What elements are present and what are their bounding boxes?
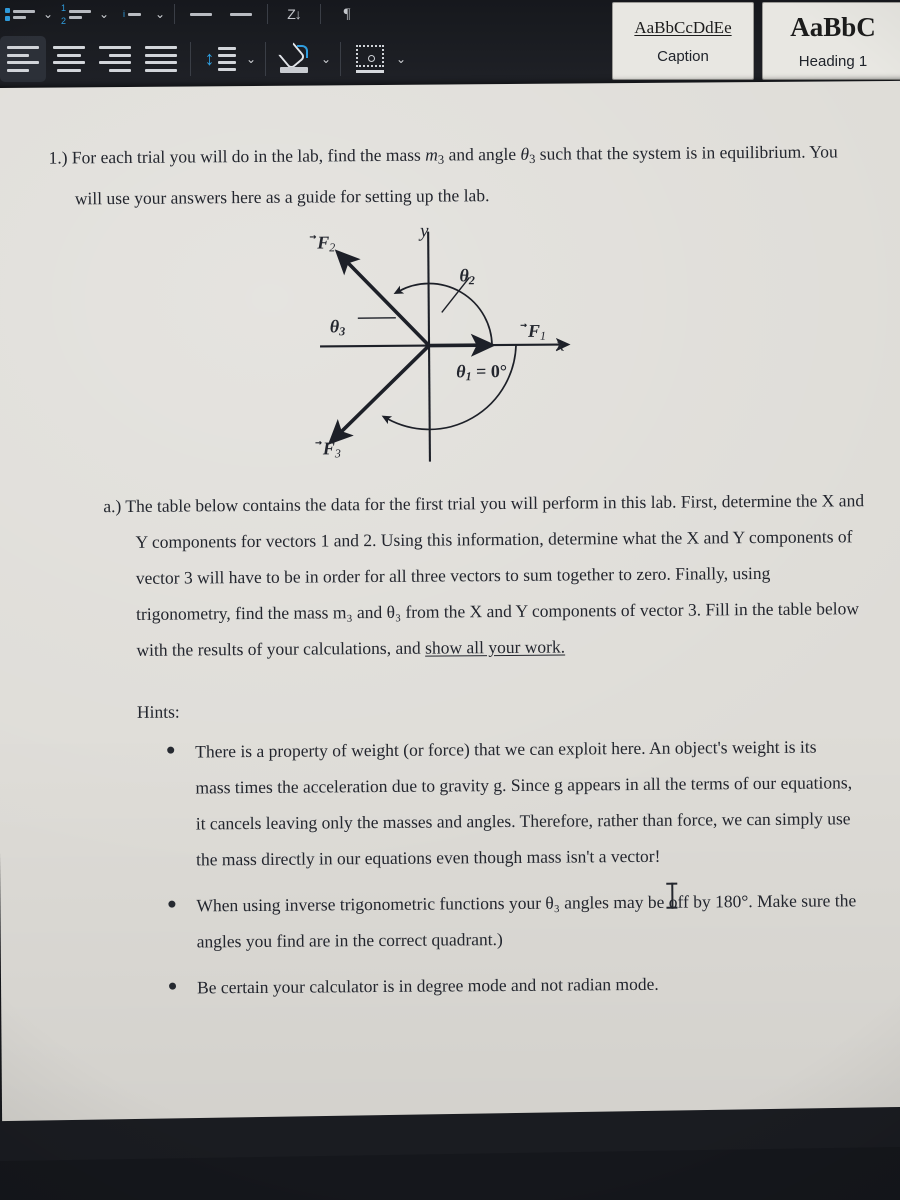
question-1: 1.) For each trial you will do in the la…: [48, 133, 855, 216]
bullet-icon: [168, 900, 176, 908]
question-1-text-a: For each trial you will do in the lab, f…: [71, 144, 426, 168]
theta2-label: θ2: [459, 265, 475, 288]
theta3-label: θ3: [329, 316, 346, 339]
theta2-arc: [393, 282, 493, 346]
theta1-label: θ1 = 0°: [456, 361, 508, 384]
hint-text-1: There is a property of weight (or force)…: [195, 736, 853, 870]
paragraph-group-top-row: ⌄ 12 ⌄ i ⌄ Z↓ ¶: [0, 0, 620, 28]
bullet-icon: [169, 982, 177, 990]
list-item: There is a property of weight (or force)…: [167, 728, 856, 877]
vector-diagram: y x ⃗ F2 ⃗ F1 ⃗ F3 θ2 θ3 θ1 = 0°: [291, 216, 593, 468]
vector-F2: [334, 249, 431, 347]
question-1-text-c: such that the system: [535, 142, 682, 164]
part-a-line-5: trigonometry, find the mass m₃ and θ₃ fr…: [136, 600, 636, 625]
document-page[interactable]: 1.) For each trial you will do in the la…: [0, 80, 900, 1150]
vector-F2-label: ⃗ F2: [316, 232, 336, 255]
ribbon-divider: [320, 4, 321, 24]
symbol-m3-base: m: [425, 144, 438, 165]
borders-chevron-down-icon[interactable]: ⌄: [393, 36, 409, 82]
question-1-text-b: and angle: [444, 143, 521, 165]
document-body[interactable]: 1.) For each trial you will do in the la…: [40, 133, 864, 1016]
line-spacing-chevron-down-icon[interactable]: ⌄: [243, 36, 259, 82]
align-right-icon[interactable]: [92, 36, 138, 82]
bullet-icon: [167, 746, 175, 754]
style-caption-sample: AaBbCcDdEe: [634, 17, 732, 37]
line-spacing-icon[interactable]: ↕: [197, 36, 243, 82]
show-formatting-marks-icon[interactable]: ¶: [327, 2, 367, 26]
question-1-marker: 1.): [48, 147, 68, 168]
shading-chevron-down-icon[interactable]: ⌄: [318, 36, 334, 82]
numbering-icon[interactable]: 12: [56, 2, 96, 26]
hint-text-3: Be certain your calculator is in degree …: [196, 973, 659, 998]
part-a-underlined-tail: show all your work.: [425, 636, 566, 658]
part-a-line-4: be in order for all three vectors to sum…: [284, 563, 771, 587]
ribbon-divider: [265, 42, 266, 76]
monitor-bezel-bottom: [0, 1106, 900, 1200]
word-ribbon: ⌄ 12 ⌄ i ⌄ Z↓ ¶ ↕ ⌄ ⌄ ⌄ AaBbCcDdEe Capti…: [0, 0, 900, 95]
style-heading-1-label: Heading 1: [798, 53, 868, 70]
paragraph-group-bottom-row: ↕ ⌄ ⌄ ⌄: [0, 28, 600, 90]
axis-x-label: x: [555, 334, 565, 356]
part-a-marker: a.): [103, 496, 122, 517]
part-a-line-1: The table below contains the data for th…: [125, 491, 677, 517]
style-heading-1[interactable]: AaBbC Heading 1: [762, 2, 900, 80]
align-left-icon[interactable]: [0, 36, 46, 82]
style-caption-label: Caption: [657, 47, 709, 65]
increase-indent-icon[interactable]: [221, 2, 261, 26]
list-item: When using inverse trigonometric functio…: [168, 882, 857, 959]
ribbon-divider: [190, 42, 191, 76]
hint-text-2: When using inverse trigonometric functio…: [196, 890, 857, 952]
symbol-theta3-base: θ: [520, 143, 530, 164]
vector-F3: [327, 344, 431, 446]
ribbon-divider: [267, 4, 268, 24]
justify-icon[interactable]: [138, 36, 184, 82]
sort-icon[interactable]: Z↓: [274, 2, 314, 26]
ribbon-divider: [340, 42, 341, 76]
list-item: Be certain your calculator is in degree …: [169, 964, 857, 1005]
hints-heading: Hints:: [136, 701, 180, 723]
styles-gallery: AaBbCcDdEe Caption AaBbC Heading 1: [612, 0, 900, 92]
borders-icon[interactable]: [347, 36, 393, 82]
vector-F1-label: ⃗ F1: [526, 320, 547, 343]
style-heading-1-sample: AaBbC: [790, 12, 876, 42]
shading-icon[interactable]: [272, 36, 318, 82]
ribbon-divider: [174, 4, 175, 24]
axis-y-label: y: [420, 220, 429, 242]
multilevel-list-icon[interactable]: i: [112, 2, 152, 26]
bullets-icon[interactable]: [0, 2, 40, 26]
part-a: a.) The table below contains the data fo…: [103, 482, 866, 668]
screen-photo: ⌄ 12 ⌄ i ⌄ Z↓ ¶ ↕ ⌄ ⌄ ⌄ AaBbCcDdEe Capti…: [0, 0, 900, 1200]
decrease-indent-icon[interactable]: [181, 2, 221, 26]
style-caption[interactable]: AaBbCcDdEe Caption: [612, 2, 754, 80]
hints-list: There is a property of weight (or force)…: [45, 728, 900, 1007]
vector-F3-label: ⃗ F3: [321, 438, 341, 461]
text-i-beam-cursor: [666, 882, 678, 909]
align-center-icon[interactable]: [46, 36, 92, 82]
